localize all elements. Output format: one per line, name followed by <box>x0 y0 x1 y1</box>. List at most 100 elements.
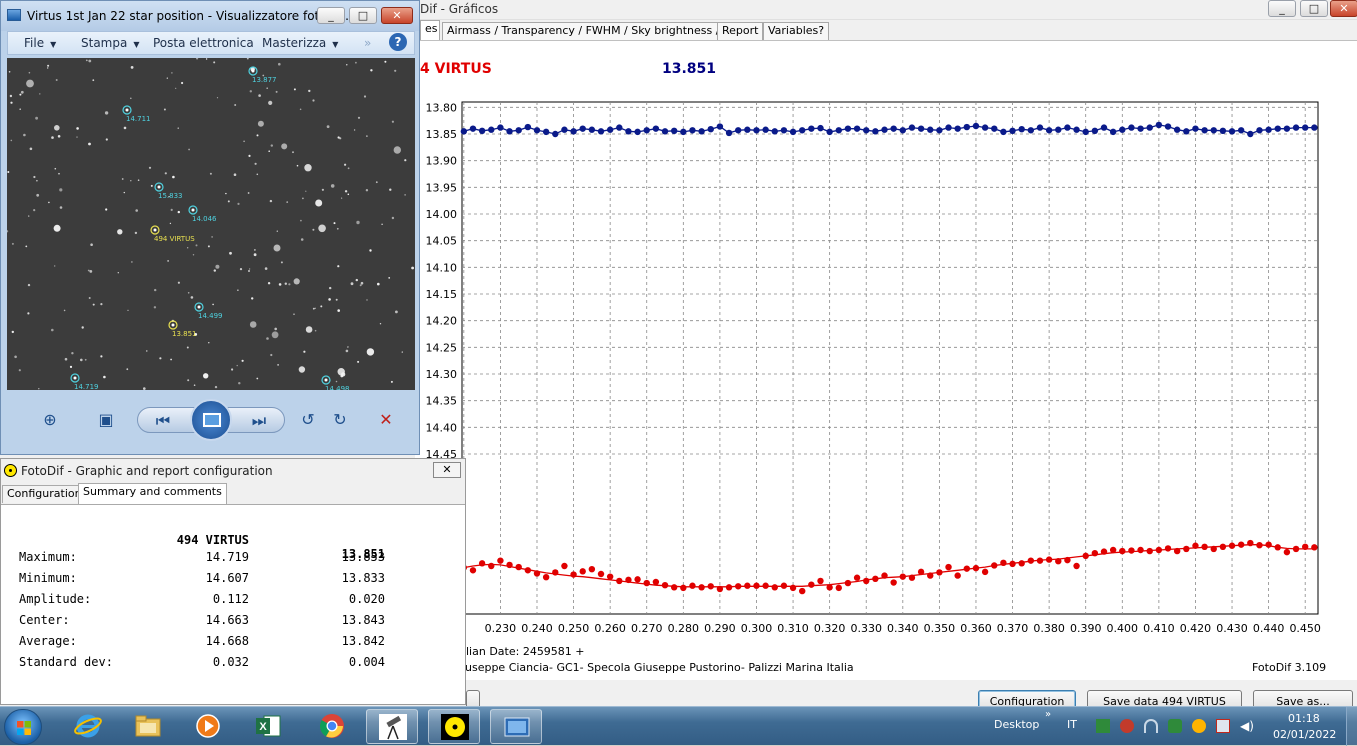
tab-airmass[interactable]: Airmass / Transparency / FWHM / Sky brig… <box>442 22 752 40</box>
slideshow-button[interactable] <box>190 399 232 441</box>
data-point <box>469 567 477 574</box>
taskbar-explorer[interactable] <box>122 709 174 744</box>
rotate-right-icon[interactable]: ↻ <box>327 407 353 433</box>
summary-row: Minimum: 14.607 13.833 <box>19 571 399 589</box>
star <box>7 171 10 173</box>
star <box>131 261 133 263</box>
data-point <box>863 577 870 585</box>
viewer-minimize-button[interactable]: _ <box>317 7 345 24</box>
toolbar-chevron-icon[interactable]: » <box>1045 709 1051 720</box>
tray-warning-icon[interactable] <box>1192 719 1206 733</box>
menu-overflow[interactable]: » <box>364 36 371 50</box>
taskbar-media[interactable] <box>182 709 234 744</box>
data-point <box>1201 127 1208 134</box>
help-icon[interactable]: ? <box>389 33 407 51</box>
volume-icon[interactable]: ◀) <box>1240 719 1254 733</box>
marked-star <box>251 69 255 73</box>
tab-variables[interactable]: Variables? <box>763 22 830 40</box>
data-point <box>753 127 760 134</box>
viewer-maximize-button[interactable]: □ <box>349 7 377 24</box>
tray-check-icon[interactable] <box>1168 719 1182 733</box>
star <box>20 90 24 94</box>
tab-report[interactable]: Report <box>717 22 764 40</box>
data-point <box>460 128 468 135</box>
summary-label: Center: <box>19 613 70 627</box>
clock-date[interactable]: 02/01/2022 <box>1273 728 1336 741</box>
taskbar-chrome[interactable] <box>306 709 358 744</box>
star <box>100 355 103 358</box>
tab-summary[interactable]: Summary and comments <box>78 483 227 504</box>
summary-header: 494 VIRTUS 13.851 <box>19 519 399 561</box>
taskbar-fotodif[interactable] <box>428 709 480 744</box>
data-point <box>707 126 714 133</box>
star <box>353 129 356 131</box>
photo-viewer-icon <box>7 9 21 21</box>
desktop-toolbar[interactable]: Desktop <box>994 718 1039 731</box>
x-tick-label: 0.400 <box>1107 622 1139 635</box>
viewer-close-button[interactable]: ✕ <box>381 7 413 24</box>
taskbar-telescope[interactable] <box>366 709 418 744</box>
y-tick-label: 14.25 <box>426 341 458 354</box>
data-point <box>1256 542 1263 549</box>
star <box>320 305 323 308</box>
taskbar-photo-viewer[interactable] <box>490 709 542 744</box>
star <box>381 223 383 225</box>
data-point <box>1045 127 1053 134</box>
data-point <box>1164 545 1172 552</box>
menu-file[interactable]: File ▼ <box>24 36 56 50</box>
previous-icon[interactable]: ⏮ <box>150 408 176 434</box>
menu-masterizza-label: Masterizza <box>262 36 327 50</box>
start-button[interactable] <box>4 709 42 745</box>
data-point <box>716 123 724 130</box>
data-point <box>954 572 961 579</box>
data-point <box>1073 126 1080 133</box>
x-tick-label: 0.410 <box>1143 622 1175 635</box>
data-point <box>707 583 714 590</box>
clock-time[interactable]: 01:18 <box>1288 712 1320 725</box>
star <box>247 192 250 194</box>
data-point <box>533 570 541 577</box>
taskbar-excel[interactable]: X <box>242 709 294 744</box>
star-field-svg: 13.877 14.711 15.833 14.046 494 VIRTUS 14.499… <box>7 58 415 390</box>
data-point <box>972 122 980 130</box>
data-point <box>972 564 980 572</box>
wifi-icon[interactable] <box>1144 719 1158 733</box>
star-field-image: 13.877 14.711 15.833 14.046 494 VIRTUS 14.499… <box>7 58 415 390</box>
star <box>48 201 50 204</box>
close-button[interactable]: ✕ <box>1330 0 1357 17</box>
flag-icon[interactable] <box>1216 719 1230 733</box>
star <box>248 270 250 272</box>
tab-configuration[interactable]: Configuration <box>2 485 87 503</box>
data-point <box>725 129 733 137</box>
star <box>54 265 56 267</box>
star <box>254 162 257 165</box>
data-point <box>1155 546 1163 554</box>
star <box>36 193 40 197</box>
data-point <box>606 126 614 133</box>
summary-row: Maximum: 14.719 13.853 <box>19 550 399 568</box>
menu-posta[interactable]: Posta elettronica <box>153 36 254 50</box>
config-close-button[interactable]: ✕ <box>433 462 461 478</box>
menu-masterizza[interactable]: Masterizza ▼ <box>262 36 338 50</box>
star <box>29 147 33 151</box>
tab-graph[interactable]: es <box>420 20 440 40</box>
zoom-icon[interactable]: ⊕ <box>37 407 63 433</box>
star <box>150 184 153 187</box>
next-icon[interactable]: ⏭ <box>246 408 272 434</box>
language-indicator[interactable]: IT <box>1067 718 1077 731</box>
star <box>123 126 127 130</box>
tray-security-icon[interactable] <box>1120 719 1134 733</box>
taskbar-ie[interactable] <box>62 709 114 744</box>
show-desktop-button[interactable] <box>1346 707 1357 746</box>
rotate-left-icon[interactable]: ↺ <box>295 407 321 433</box>
star <box>137 179 140 181</box>
star <box>308 89 311 93</box>
tray-app-icon[interactable] <box>1096 719 1110 733</box>
star <box>345 349 349 353</box>
delete-icon[interactable]: ✕ <box>373 407 399 433</box>
fit-window-icon[interactable]: ▣ <box>93 407 119 433</box>
minimize-button[interactable]: _ <box>1268 0 1296 17</box>
maximize-button[interactable]: □ <box>1300 0 1328 17</box>
data-point <box>616 124 623 131</box>
menu-stampa[interactable]: Stampa ▼ <box>81 36 140 50</box>
